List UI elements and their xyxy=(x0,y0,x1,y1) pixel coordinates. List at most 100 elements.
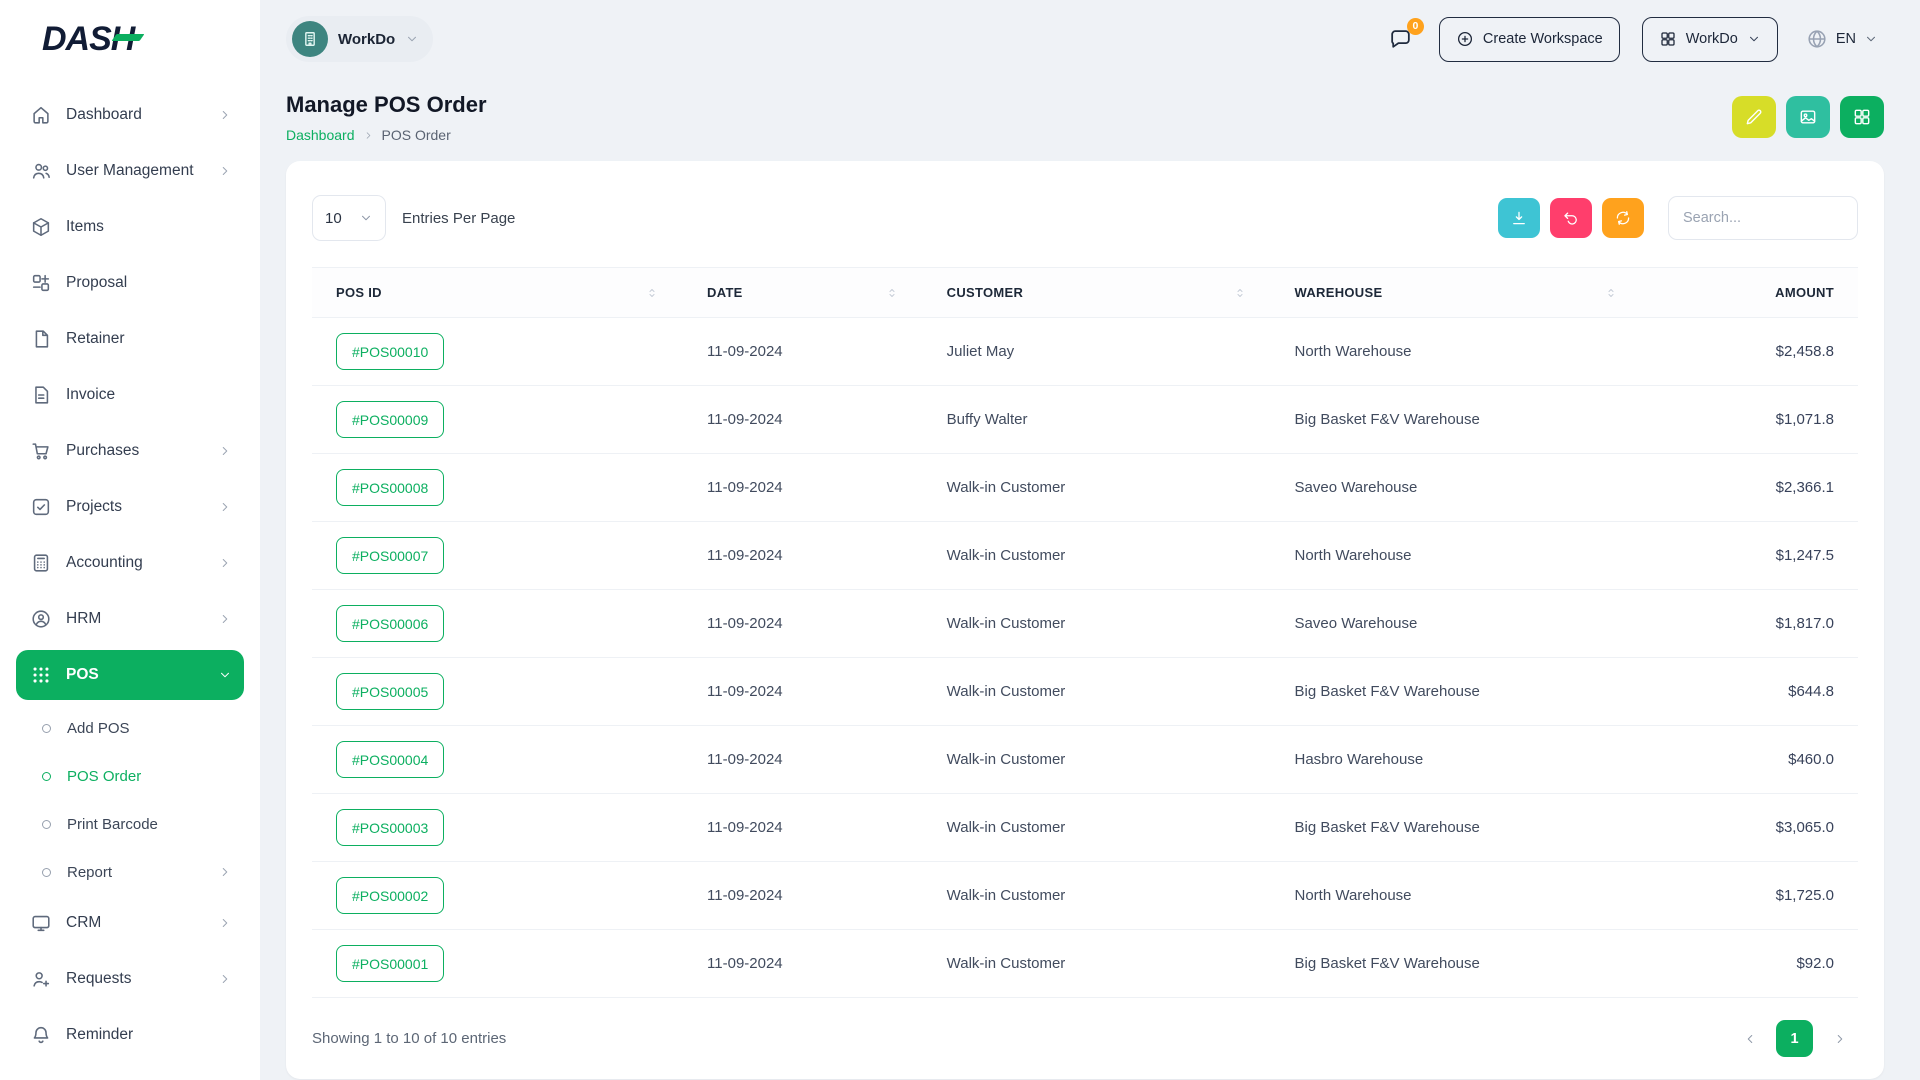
breadcrumb-dashboard-link[interactable]: Dashboard xyxy=(286,127,355,143)
sidebar-item-proposal[interactable]: Proposal xyxy=(16,258,244,308)
sidebar-item-hrm[interactable]: HRM xyxy=(16,594,244,644)
column-date: DATE xyxy=(707,285,743,300)
cell-amount: $1,247.5 xyxy=(1642,522,1858,590)
chevron-icon xyxy=(218,444,232,458)
prev-page-button[interactable] xyxy=(1731,1020,1768,1057)
sidebar-item-projects[interactable]: Projects xyxy=(16,482,244,532)
cell-date: 11-09-2024 xyxy=(683,862,923,930)
invoice-icon xyxy=(30,384,52,406)
chevron-down-icon xyxy=(1864,32,1878,46)
sidebar-item-items[interactable]: Items xyxy=(16,202,244,252)
cell-amount: $1,817.0 xyxy=(1642,590,1858,658)
refresh-button[interactable] xyxy=(1602,198,1644,238)
sidebar-item-requests[interactable]: Requests xyxy=(16,954,244,1004)
pos-id-badge[interactable]: #POS00003 xyxy=(336,809,444,846)
sidebar-item-invoice[interactable]: Invoice xyxy=(16,370,244,420)
sort-icon[interactable] xyxy=(885,286,899,300)
sidebar-subitem-add-pos[interactable]: Add POS xyxy=(16,706,244,750)
workspace-selector[interactable]: WorkDo xyxy=(286,16,433,62)
column-warehouse: WAREHOUSE xyxy=(1295,285,1383,300)
pos-id-badge[interactable]: #POS00004 xyxy=(336,741,444,778)
sidebar-item-label: Items xyxy=(66,218,232,236)
reminder-icon xyxy=(30,1024,52,1046)
sidebar-item-label: Purchases xyxy=(66,442,218,460)
topbar-right: 0 Create Workspace WorkDo EN xyxy=(1384,17,1884,62)
breadcrumb-current: POS Order xyxy=(382,127,451,143)
cell-customer: Juliet May xyxy=(923,318,1271,386)
sidebar-item-dashboard[interactable]: Dashboard xyxy=(16,90,244,140)
sidebar-item-purchases[interactable]: Purchases xyxy=(16,426,244,476)
sort-icon[interactable] xyxy=(645,286,659,300)
main-area: WorkDo 0 Create Workspace WorkDo xyxy=(260,0,1920,1080)
language-selector[interactable]: EN xyxy=(1800,27,1884,51)
sidebar-item-label: CRM xyxy=(66,914,218,932)
sidebar-subitem-print-barcode[interactable]: Print Barcode xyxy=(16,802,244,846)
sort-icon[interactable] xyxy=(1604,286,1618,300)
showing-text: Showing 1 to 10 of 10 entries xyxy=(312,1030,506,1047)
messages-button[interactable]: 0 xyxy=(1384,23,1417,56)
pos-id-badge[interactable]: #POS00008 xyxy=(336,469,444,506)
table-row: #POS00004 11-09-2024 Walk-in Customer Ha… xyxy=(312,726,1858,794)
sidebar-item-accounting[interactable]: Accounting xyxy=(16,538,244,588)
grid-icon xyxy=(1659,30,1677,48)
sidebar-subitem-report[interactable]: Report xyxy=(16,850,244,894)
pos-icon xyxy=(30,664,52,686)
language-label: EN xyxy=(1836,31,1856,47)
sidebar-subitem-pos-order[interactable]: POS Order xyxy=(16,754,244,798)
undo-button[interactable] xyxy=(1550,198,1592,238)
crm-icon xyxy=(30,912,52,934)
table-footer: Showing 1 to 10 of 10 entries 1 xyxy=(312,1020,1858,1057)
workspace-avatar xyxy=(292,21,328,57)
table-row: #POS00006 11-09-2024 Walk-in Customer Sa… xyxy=(312,590,1858,658)
next-page-button[interactable] xyxy=(1821,1020,1858,1057)
chevron-icon xyxy=(218,556,232,570)
sidebar-item-label: Accounting xyxy=(66,554,218,572)
sidebar-menu: Dashboard User Management Items Proposal… xyxy=(16,78,244,1060)
pos-id-badge[interactable]: #POS00009 xyxy=(336,401,444,438)
media-button[interactable] xyxy=(1786,96,1830,138)
workdo-menu-button[interactable]: WorkDo xyxy=(1642,17,1778,62)
page-content: Manage POS Order Dashboard POS Order xyxy=(260,78,1920,1079)
cell-warehouse: North Warehouse xyxy=(1271,862,1642,930)
pos-id-badge[interactable]: #POS00010 xyxy=(336,333,444,370)
pos-id-badge[interactable]: #POS00006 xyxy=(336,605,444,642)
cell-customer: Walk-in Customer xyxy=(923,454,1271,522)
export-button[interactable] xyxy=(1498,198,1540,238)
cell-amount: $92.0 xyxy=(1642,930,1858,998)
cell-customer: Walk-in Customer xyxy=(923,726,1271,794)
sort-icon[interactable] xyxy=(1233,286,1247,300)
sidebar-item-label: Projects xyxy=(66,498,218,516)
circle-icon xyxy=(42,724,51,733)
page-1-button[interactable]: 1 xyxy=(1776,1020,1813,1057)
chevron-icon xyxy=(218,108,232,122)
globe-icon xyxy=(1806,28,1828,50)
brand-logo[interactable]: DASH xyxy=(42,20,134,59)
page-title: Manage POS Order xyxy=(286,92,487,118)
topbar: WorkDo 0 Create Workspace WorkDo xyxy=(260,0,1920,78)
table-row: #POS00008 11-09-2024 Walk-in Customer Sa… xyxy=(312,454,1858,522)
pos-id-badge[interactable]: #POS00007 xyxy=(336,537,444,574)
pos-id-badge[interactable]: #POS00001 xyxy=(336,945,444,982)
plus-circle-icon xyxy=(1456,30,1474,48)
sidebar-item-crm[interactable]: CRM xyxy=(16,898,244,948)
sidebar: DASH Dashboard User Management Items Pro… xyxy=(0,0,260,1080)
grid-view-button[interactable] xyxy=(1840,96,1884,138)
pos-id-badge[interactable]: #POS00002 xyxy=(336,877,444,914)
hrm-icon xyxy=(30,608,52,630)
sidebar-item-pos[interactable]: POS xyxy=(16,650,244,700)
building-icon xyxy=(300,29,320,49)
cell-date: 11-09-2024 xyxy=(683,386,923,454)
sidebar-item-reminder[interactable]: Reminder xyxy=(16,1010,244,1060)
sidebar-item-user-management[interactable]: User Management xyxy=(16,146,244,196)
grid-icon xyxy=(1852,107,1872,127)
sidebar-item-retainer[interactable]: Retainer xyxy=(16,314,244,364)
entries-per-page-select[interactable]: 10 xyxy=(312,195,386,241)
create-workspace-button[interactable]: Create Workspace xyxy=(1439,17,1620,62)
sidebar-item-label: Dashboard xyxy=(66,106,218,124)
sidebar-item-label: User Management xyxy=(66,162,218,180)
search-input[interactable] xyxy=(1668,196,1858,240)
edit-button[interactable] xyxy=(1732,96,1776,138)
table-controls: 10 Entries Per Page xyxy=(312,195,1858,241)
pos-id-badge[interactable]: #POS00005 xyxy=(336,673,444,710)
workspace-name: WorkDo xyxy=(338,31,395,48)
